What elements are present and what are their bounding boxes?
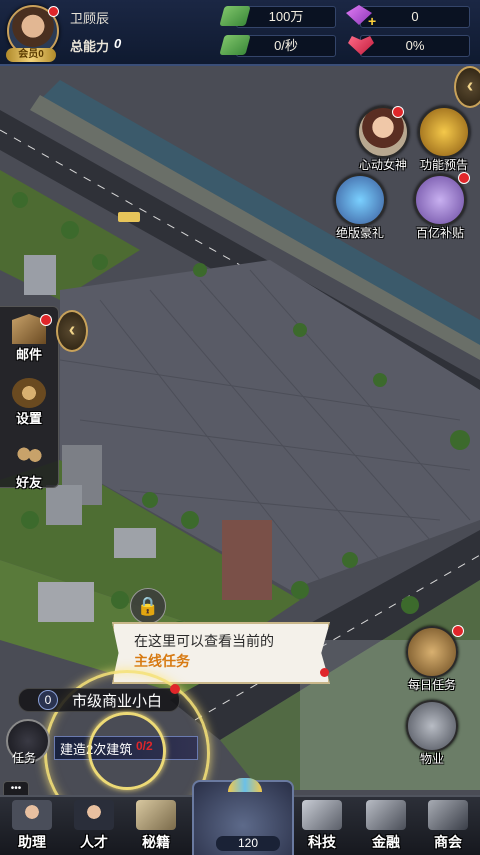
nav-finance[interactable]: 金融 [356,798,416,852]
collapse-left-menu-button[interactable]: ‹ [56,310,88,352]
nav-talent-label: 人才 [80,834,108,850]
finance-icon [366,800,406,830]
menu-property[interactable]: 物业 [400,700,464,767]
tooltip-text: 在这里可以查看当前的 [134,633,274,649]
tooltip-highlight: 主线任务 [134,653,190,669]
menu-settings-label: 设置 [15,411,42,426]
book-icon [406,626,458,678]
task-label: 任务 [12,751,37,765]
goddess-notification-dot [392,106,404,118]
tooltip-notification-dot [320,668,329,677]
menu-friends-label: 好友 [15,475,42,490]
menu-goddess-label: 心动女神 [358,158,407,172]
gift-gems-icon [334,174,386,226]
add-gems-icon[interactable]: + [368,13,376,29]
gem-counter[interactable]: 0 [360,6,470,28]
menu-preview-label: 功能预告 [419,158,468,172]
nav-tech[interactable]: 科技 [292,798,352,852]
lock-icon[interactable]: 🔒 [130,588,166,624]
building-icon [406,700,458,752]
tech-icon [302,800,342,830]
daily-task-notification-dot [452,625,464,637]
notification-dot [48,6,59,17]
nav-assistant-label: 助理 [18,834,46,850]
talent-icon [74,800,114,830]
charm-counter[interactable]: 0% [360,35,470,57]
nav-chamber-label: 商会 [434,834,462,850]
income-money-icon [219,35,251,55]
money-icon [219,6,251,26]
nav-finance-label: 金融 [372,834,400,850]
chevron-left-icon: ‹ [466,75,474,97]
chamber-icon [428,800,468,830]
collapse-right-menu-button[interactable]: ‹ [454,66,480,108]
secret-book-icon [136,800,176,830]
menu-settings[interactable]: 设置 [4,378,54,427]
gear-icon [12,378,46,408]
power-value: 0 [114,36,122,51]
menu-property-label: 物业 [419,752,444,766]
menu-subsidy[interactable]: 百亿补贴 [408,174,472,241]
menu-gift-label: 绝版豪礼 [335,226,384,240]
nav-secrets-label: 秘籍 [142,834,170,850]
subsidy-notification-dot [458,172,470,184]
top-bar: 会员0 卫顾辰 总能力 0 100万 0 + 0/秒 0% [0,0,480,66]
level-number: 0 [38,690,58,710]
income-counter[interactable]: 0/秒 [236,35,336,57]
charm-value: 0% [405,38,425,53]
trumpet-icon [418,106,470,158]
nav-secrets[interactable]: 秘籍 [126,798,186,852]
subsidy-chest-icon [414,174,466,226]
vip-badge[interactable]: 会员0 [6,48,56,62]
guide-inner-ring [88,712,166,790]
money-counter[interactable]: 100万 [236,6,336,28]
chevron-left-icon: ‹ [68,319,76,341]
food-truck-count: 120 [216,836,280,851]
menu-mail-label: 邮件 [15,347,42,362]
menu-goddess[interactable]: 心动女神 [351,106,415,173]
menu-preview[interactable]: 功能预告 [412,106,476,173]
nav-talent[interactable]: 人才 [64,798,124,852]
assistant-icon [12,800,52,830]
mail-notification-dot [40,314,52,326]
level-title: 市级商业小白 [72,693,163,710]
money-value: 100万 [268,9,304,24]
menu-subsidy-label: 百亿补贴 [415,226,464,240]
nav-tech-label: 科技 [308,834,336,850]
nav-assistant[interactable]: 助理 [2,798,62,852]
player-name: 卫顾辰 [70,11,110,26]
power-label: 总能力 [70,39,110,54]
menu-daily-task-label: 每日任务 [407,678,456,692]
friends-icon [12,442,46,472]
income-value: 0/秒 [274,38,298,53]
nav-chamber[interactable]: 商会 [418,798,478,852]
menu-gift[interactable]: 绝版豪礼 [328,174,392,241]
menu-friends[interactable]: 好友 [4,442,54,491]
level-notification-dot [170,684,180,694]
gem-value: 0 [411,9,419,24]
